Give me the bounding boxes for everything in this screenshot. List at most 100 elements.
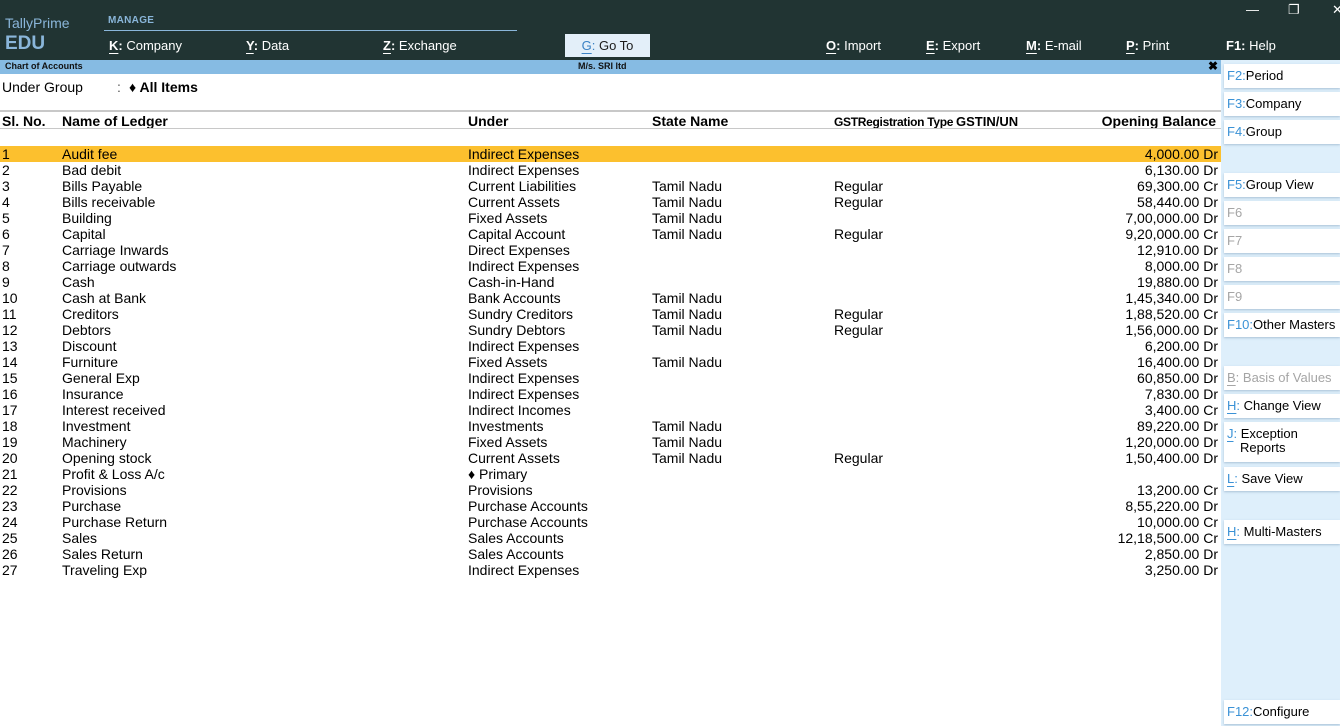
table-row[interactable]: 8 Carriage outwards Indirect Expenses 8,000…: [0, 258, 1221, 274]
menu-email[interactable]: M: E-mail: [1026, 38, 1082, 53]
menu-data[interactable]: Y: Data: [246, 38, 289, 53]
table-row[interactable]: 2 Bad debit Indirect Expenses 6,130.00 Dr: [0, 162, 1221, 178]
table-row[interactable]: 6 Capital Capital Account Tamil Nadu Regular…: [0, 226, 1221, 242]
col-header-opening-balance: Opening Balance: [1101, 113, 1216, 129]
cell-sl-no: 2: [2, 162, 10, 178]
menu-company[interactable]: K: Company: [109, 38, 182, 53]
multi-masters-button[interactable]: H: Multi-Masters: [1224, 520, 1340, 544]
menu-print-label: Print: [1142, 38, 1170, 53]
save-view-button[interactable]: L: Save View: [1224, 467, 1340, 491]
table-row[interactable]: 3 Bills Payable Current Liabilities Tamil N…: [0, 178, 1221, 194]
filter-colon: :: [117, 79, 121, 95]
cell-opening-balance: 1,56,000.00 Dr: [1125, 322, 1218, 338]
cell-ledger-name: General Exp: [62, 370, 140, 386]
cell-opening-balance: 12,18,500.00 Cr: [1117, 530, 1218, 546]
menu-company-label: Company: [126, 38, 182, 53]
table-row[interactable]: 27 Traveling Exp Indirect Expenses 3,250.00…: [0, 562, 1221, 578]
table-row[interactable]: 18 Investment Investments Tamil Nadu 89,220.…: [0, 418, 1221, 434]
cell-ledger-name: Purchase Return: [62, 514, 168, 530]
menu-email-label: E-mail: [1044, 38, 1082, 53]
close-report-icon[interactable]: ✖: [1208, 59, 1218, 73]
cell-gst-registration-type: Regular: [834, 306, 884, 322]
table-row[interactable]: 21 Profit & Loss A/c ♦ Primary: [0, 466, 1221, 482]
cell-ledger-name: Traveling Exp: [62, 562, 148, 578]
f8-button[interactable]: F8: [1224, 257, 1340, 281]
menu-import[interactable]: O: Import: [826, 38, 881, 53]
cell-ledger-name: Creditors: [62, 306, 119, 322]
f9-button[interactable]: F9: [1224, 285, 1340, 309]
table-row[interactable]: 26 Sales Return Sales Accounts 2,850.00 Dr: [0, 546, 1221, 562]
header-bottom-divider: [0, 128, 1221, 129]
f2-period-button[interactable]: F2:Period: [1224, 64, 1340, 88]
f5-group-view-button[interactable]: F5:Group View: [1224, 173, 1340, 197]
change-view-label: Change View: [1243, 398, 1321, 413]
table-row[interactable]: 12 Debtors Sundry Debtors Tamil Nadu Regular…: [0, 322, 1221, 338]
f6-button[interactable]: F6: [1224, 201, 1340, 225]
menu-help[interactable]: F1: Help: [1226, 38, 1276, 53]
table-row[interactable]: 5 Building Fixed Assets Tamil Nadu 7,00,000.…: [0, 210, 1221, 226]
cell-opening-balance: 12,910.00 Dr: [1137, 242, 1218, 258]
f4-group-button[interactable]: F4:Group: [1224, 120, 1340, 144]
cell-opening-balance: 16,400.00 Dr: [1137, 354, 1218, 370]
table-row[interactable]: 22 Provisions Provisions 13,200.00 Cr: [0, 482, 1221, 498]
table-row[interactable]: 14 Furniture Fixed Assets Tamil Nadu 16,400.…: [0, 354, 1221, 370]
f12-label: Configure: [1253, 704, 1310, 719]
filter-label: Under Group: [2, 79, 83, 95]
minimize-icon[interactable]: —: [1246, 2, 1259, 17]
table-row[interactable]: 4 Bills receivable Current Assets Tamil Nad…: [0, 194, 1221, 210]
table-row[interactable]: 13 Discount Indirect Expenses 6,200.00 Dr: [0, 338, 1221, 354]
f12-configure-button[interactable]: F12:Configure: [1224, 700, 1340, 724]
f3-company-button[interactable]: F3:Company: [1224, 92, 1340, 116]
cell-sl-no: 17: [2, 402, 18, 418]
table-row[interactable]: 11 Creditors Sundry Creditors Tamil Nadu Reg…: [0, 306, 1221, 322]
cell-ledger-name: Carriage outwards: [62, 258, 177, 274]
restore-icon[interactable]: ❐: [1288, 2, 1300, 18]
cell-opening-balance: 2,850.00 Dr: [1144, 546, 1218, 562]
menu-export-label: Export: [942, 38, 981, 53]
goto-button[interactable]: G: Go To: [565, 34, 650, 57]
menu-exchange[interactable]: Z: Exchange: [383, 38, 457, 53]
menu-print-key: P: [1126, 38, 1135, 53]
cell-under-group: Indirect Expenses: [468, 386, 580, 402]
close-window-icon[interactable]: ✕: [1332, 2, 1340, 18]
table-row[interactable]: 10 Cash at Bank Bank Accounts Tamil Nadu 1,4…: [0, 290, 1221, 306]
cell-under-group: Indirect Expenses: [468, 370, 580, 386]
table-row[interactable]: 15 General Exp Indirect Expenses 60,850.00 …: [0, 370, 1221, 386]
table-row[interactable]: 20 Opening stock Current Assets Tamil Nadu R…: [0, 450, 1221, 466]
col-header-state: State Name: [652, 113, 729, 129]
table-row[interactable]: 24 Purchase Return Purchase Accounts 10,000…: [0, 514, 1221, 530]
f7-button[interactable]: F7: [1224, 229, 1340, 253]
cell-gst-registration-type: Regular: [834, 178, 884, 194]
cell-sl-no: 19: [2, 434, 18, 450]
cell-under-group: Current Liabilities: [468, 178, 577, 194]
f6-key: F6: [1227, 205, 1243, 220]
basis-of-values-button[interactable]: B: Basis of Values: [1224, 366, 1340, 390]
table-row[interactable]: 17 Interest received Indirect Incomes 3,400…: [0, 402, 1221, 418]
cell-gst-registration-type: Regular: [834, 226, 884, 242]
f10-other-masters-button[interactable]: F10:Other Masters: [1224, 313, 1340, 337]
filter-value[interactable]: ♦ All Items: [129, 79, 198, 95]
cell-under-group: Fixed Assets: [468, 434, 548, 450]
table-row[interactable]: 9 Cash Cash-in-Hand 19,880.00 Dr: [0, 274, 1221, 290]
cell-sl-no: 8: [2, 258, 10, 274]
cell-opening-balance: 89,220.00 Dr: [1137, 418, 1218, 434]
change-view-button[interactable]: H: Change View: [1224, 394, 1340, 418]
cell-opening-balance: 69,300.00 Cr: [1137, 178, 1218, 194]
cell-sl-no: 14: [2, 354, 18, 370]
cell-sl-no: 13: [2, 338, 18, 354]
table-row[interactable]: 19 Machinery Fixed Assets Tamil Nadu 1,20,00…: [0, 434, 1221, 450]
menu-export[interactable]: E: Export: [926, 38, 980, 53]
table-row[interactable]: 7 Carriage Inwards Direct Expenses 12,910.0…: [0, 242, 1221, 258]
exception-reports-button[interactable]: J: Exception Reports: [1224, 422, 1340, 462]
cell-opening-balance: 4,000.00 Dr: [1144, 146, 1218, 162]
table-row[interactable]: 23 Purchase Purchase Accounts 8,55,220.00 D…: [0, 498, 1221, 514]
cell-sl-no: 27: [2, 562, 18, 578]
cell-under-group: Sundry Creditors: [468, 306, 574, 322]
cell-sl-no: 21: [2, 466, 18, 482]
table-row[interactable]: 16 Insurance Indirect Expenses 7,830.00 Dr: [0, 386, 1221, 402]
menu-print[interactable]: P: Print: [1126, 38, 1169, 53]
cell-state-name: Tamil Nadu: [652, 322, 723, 338]
table-row[interactable]: 25 Sales Sales Accounts 12,18,500.00 Cr: [0, 530, 1221, 546]
cell-state-name: Tamil Nadu: [652, 354, 723, 370]
table-row[interactable]: 1 Audit fee Indirect Expenses 4,000.00 Dr: [0, 146, 1221, 162]
